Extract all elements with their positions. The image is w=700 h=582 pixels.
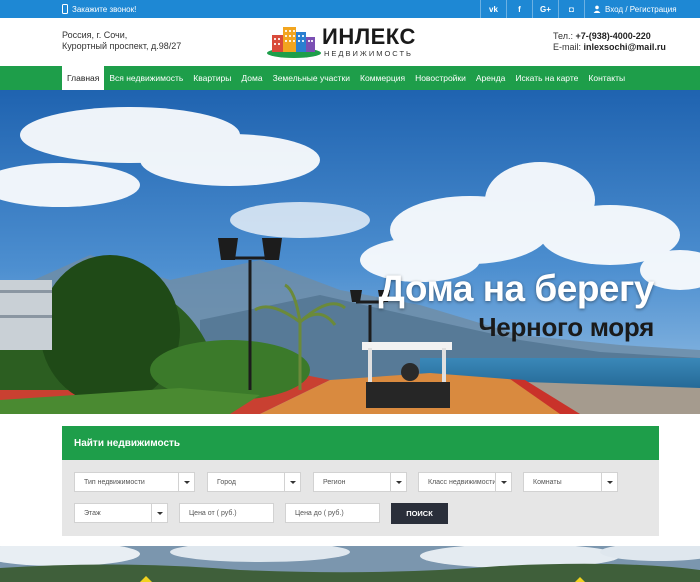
hero-subheadline: Черного моря bbox=[478, 312, 654, 342]
rooms-select[interactable]: Комнаты bbox=[523, 472, 618, 492]
header-contacts: Тел.: +7-(938)-4000-220 E-mail: inlexsoc… bbox=[553, 31, 666, 53]
chevron-down-icon bbox=[151, 504, 167, 522]
nav-item-rent[interactable]: Аренда bbox=[471, 66, 511, 90]
email-address[interactable]: inlexsochi@mail.ru bbox=[584, 42, 666, 52]
logo-subtitle: НЕДВИЖИМОСТЬ bbox=[324, 49, 413, 58]
property-type-placeholder: Тип недвижимости bbox=[84, 478, 145, 486]
city-select[interactable]: Город bbox=[207, 472, 301, 492]
lower-banner-picture bbox=[0, 546, 700, 582]
chevron-down-icon bbox=[178, 473, 194, 491]
logo-brand-name: ИНЛЕКС bbox=[322, 24, 416, 49]
address-line-1: Россия, г. Сочи, bbox=[62, 30, 128, 40]
vk-icon[interactable]: vk bbox=[480, 0, 506, 18]
nav-item-apartments[interactable]: Квартиры bbox=[188, 66, 236, 90]
logo-buildings-icon bbox=[267, 27, 321, 58]
floor-placeholder: Этаж bbox=[84, 509, 101, 517]
price-from-placeholder: Цена от ( руб.) bbox=[189, 509, 237, 517]
login-link[interactable]: Вход / Регистрация bbox=[584, 0, 677, 18]
login-label: Вход / Регистрация bbox=[605, 4, 677, 14]
nav-item-houses[interactable]: Дома bbox=[236, 66, 267, 90]
price-to-input[interactable]: Цена до ( руб.) bbox=[285, 503, 380, 523]
property-class-select[interactable]: Класс недвижимости bbox=[418, 472, 512, 492]
social-links: vk f G+ ◘ bbox=[480, 0, 584, 18]
hero-headline: Дома на берегу bbox=[378, 268, 655, 309]
callback-label: Закажите звонок! bbox=[72, 4, 137, 14]
nav-item-contacts[interactable]: Контакты bbox=[583, 66, 630, 90]
property-search-panel: Найти недвижимость Тип недвижимости Горо… bbox=[62, 426, 659, 536]
search-button[interactable]: ПОИСК bbox=[391, 503, 448, 524]
region-placeholder: Регион bbox=[323, 478, 346, 486]
nav-item-all-property[interactable]: Вся недвижимость bbox=[104, 66, 188, 90]
site-header: Россия, г. Сочи, Курортный проспект, д.9… bbox=[0, 18, 700, 66]
nav-item-new-buildings[interactable]: Новостройки bbox=[410, 66, 471, 90]
property-class-placeholder: Класс недвижимости bbox=[428, 478, 497, 486]
search-title: Найти недвижимость bbox=[62, 426, 659, 460]
phone-number[interactable]: +7-(938)-4000-220 bbox=[575, 31, 650, 41]
lower-banner-image bbox=[0, 546, 700, 582]
main-nav: Главная Вся недвижимость Квартиры Дома З… bbox=[0, 66, 700, 90]
property-type-select[interactable]: Тип недвижимости bbox=[74, 472, 195, 492]
google-plus-icon[interactable]: G+ bbox=[532, 0, 558, 18]
top-bar: Закажите звонок! vk f G+ ◘ Вход / Регист… bbox=[0, 0, 700, 18]
email-prefix: E-mail: bbox=[553, 42, 584, 52]
floor-select[interactable]: Этаж bbox=[74, 503, 168, 523]
phone-prefix: Тел.: bbox=[553, 31, 576, 41]
nav-item-home[interactable]: Главная bbox=[62, 66, 105, 90]
facebook-icon[interactable]: f bbox=[506, 0, 532, 18]
hero-banner: Дома на берегу Черного моря bbox=[0, 90, 700, 414]
chevron-down-icon bbox=[495, 473, 511, 491]
price-from-input[interactable]: Цена от ( руб.) bbox=[179, 503, 274, 523]
chevron-down-icon bbox=[601, 473, 617, 491]
callback-link[interactable]: Закажите звонок! bbox=[62, 0, 136, 18]
chevron-down-icon bbox=[390, 473, 406, 491]
nav-item-commercial[interactable]: Коммерция bbox=[355, 66, 410, 90]
site-logo[interactable]: ИНЛЕКС НЕДВИЖИМОСТЬ bbox=[266, 24, 416, 62]
address-line-2: Курортный проспект, д.98/27 bbox=[62, 41, 182, 51]
email-row: E-mail: inlexsochi@mail.ru bbox=[553, 42, 666, 53]
region-select[interactable]: Регион bbox=[313, 472, 407, 492]
phone-row: Тел.: +7-(938)-4000-220 bbox=[553, 31, 666, 42]
price-to-placeholder: Цена до ( руб.) bbox=[295, 509, 344, 517]
office-address: Россия, г. Сочи, Курортный проспект, д.9… bbox=[62, 30, 181, 52]
city-placeholder: Город bbox=[217, 478, 236, 486]
user-icon bbox=[593, 5, 601, 13]
rooms-placeholder: Комнаты bbox=[533, 478, 562, 486]
instagram-icon[interactable]: ◘ bbox=[558, 0, 584, 18]
chevron-down-icon bbox=[284, 473, 300, 491]
nav-item-map-search[interactable]: Искать на карте bbox=[510, 66, 583, 90]
mobile-phone-icon bbox=[62, 4, 68, 14]
nav-item-land[interactable]: Земельные участки bbox=[268, 66, 355, 90]
hero-seafront-image bbox=[0, 90, 700, 414]
